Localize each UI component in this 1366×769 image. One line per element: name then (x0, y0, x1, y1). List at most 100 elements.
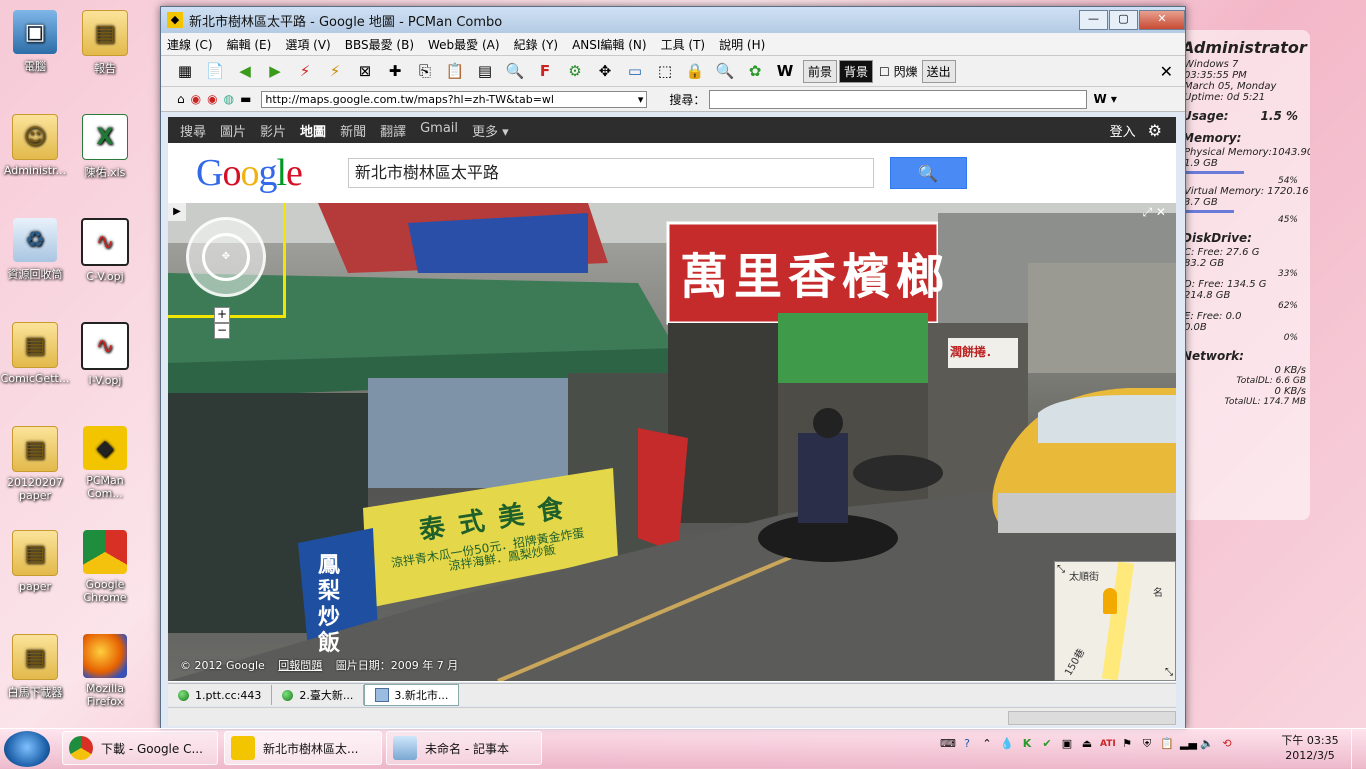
report-problem-link[interactable]: 回報問題 (278, 659, 322, 672)
usb-icon[interactable]: ⏏ (1080, 737, 1094, 751)
pcman-app-icon[interactable]: ◆ (167, 12, 183, 28)
desktop-icon[interactable]: ▤ ComicGett... (0, 322, 70, 385)
keyboard-icon[interactable]: ⌨ (940, 737, 956, 751)
maps-search-button[interactable]: 🔍 (889, 157, 967, 189)
input-method-icon[interactable]: ⟲ (1220, 737, 1234, 751)
pan-control[interactable]: ✥ (186, 217, 266, 297)
desktop-icon[interactable]: X 陳佑.xls (70, 114, 140, 180)
drop-icon[interactable]: 💧 (1000, 737, 1014, 751)
zoom-in-button[interactable]: + (214, 307, 230, 323)
minimap-collapse-icon[interactable]: ⤡ (1057, 564, 1065, 575)
page-icon[interactable]: ▤ (473, 59, 497, 83)
horizontal-scrollbar[interactable] (1008, 711, 1176, 725)
forward-icon[interactable]: ▶ (263, 59, 287, 83)
site-list-icon[interactable]: ▦ (173, 59, 197, 83)
preview-icon[interactable]: 🔍 (503, 59, 527, 83)
web-icon[interactable]: ◉ (207, 92, 217, 106)
show-desktop-button[interactable] (1351, 729, 1366, 769)
close-button[interactable]: ✕ (1139, 10, 1185, 30)
reconnect-icon[interactable]: ⚡ (323, 59, 347, 83)
monitor-icon[interactable]: ▣ (1060, 737, 1074, 751)
taskbar-notepad[interactable]: 未命名 - 記事本 (386, 731, 542, 765)
menu-item[interactable]: ANSI編輯 (N) (572, 36, 647, 53)
send-button[interactable]: 送出 (921, 59, 956, 83)
google-bar-link[interactable]: 地圖 (300, 121, 326, 140)
start-button[interactable] (4, 731, 50, 767)
google-bar-link[interactable]: 影片 (260, 121, 286, 140)
search-icon[interactable]: 🔍 (713, 59, 737, 83)
stop-icon[interactable]: ⊠ (353, 59, 377, 83)
desktop-icon[interactable]: Mozilla Firefox (70, 634, 140, 708)
screenshot-icon[interactable]: ⬚ (653, 59, 677, 83)
pegman-icon[interactable] (1103, 588, 1117, 614)
minimize-button[interactable]: — (1079, 10, 1108, 30)
login-link[interactable]: 登入 (1110, 121, 1136, 140)
desktop-icon[interactable]: ▤ 白馬下載器 (0, 634, 70, 700)
desktop-icon[interactable]: ▤ 報告 (70, 10, 140, 76)
wiki-icon[interactable]: W (773, 59, 797, 83)
google-bar-link[interactable]: 新聞 (340, 121, 366, 140)
flower-icon[interactable]: ✿ (743, 59, 767, 83)
pin-icon[interactable]: ✚ (383, 59, 407, 83)
volume-icon[interactable]: 🔈 (1200, 737, 1214, 751)
gear-icon[interactable]: ⚙ (1148, 121, 1162, 140)
paste-icon[interactable]: 📋 (443, 59, 467, 83)
desktop-icon[interactable]: Google Chrome (70, 530, 140, 604)
network-check-icon[interactable]: ✔ (1040, 737, 1054, 751)
new-page-icon[interactable]: 📄 (203, 59, 227, 83)
help-icon[interactable]: ? (960, 737, 974, 751)
desktop-icon[interactable]: ◆ PCMan Com... (70, 426, 140, 500)
desktop-icon[interactable]: ∿ I-V.opj (70, 322, 140, 387)
bg-color-button[interactable]: 背景 (839, 59, 874, 83)
copy-icon[interactable]: ⎘ (413, 59, 437, 83)
google-bar-link[interactable]: 翻譯 (380, 121, 406, 140)
home-icon[interactable]: ⌂ (177, 92, 185, 106)
menu-item[interactable]: 連線 (C) (167, 36, 213, 53)
tray-expand-icon[interactable]: ⌃ (980, 737, 994, 751)
disconnect-icon[interactable]: ⚡ (293, 59, 317, 83)
tab-ntu[interactable]: 2.臺大新... (272, 685, 365, 705)
menu-item[interactable]: 說明 (H) (719, 36, 765, 53)
window-icon[interactable]: ▭ (623, 59, 647, 83)
back-icon[interactable]: ◀ (233, 59, 257, 83)
url-input[interactable]: http://maps.google.com.tw/maps?hl=zh-TW&… (261, 90, 648, 108)
lock-icon[interactable]: 🔒 (683, 59, 707, 83)
google-bar-link[interactable]: 搜尋 (180, 121, 206, 140)
title-bar[interactable]: ◆ 新北市樹林區太平路 - Google 地圖 - PCMan Combo — … (161, 7, 1185, 33)
menu-item[interactable]: 選項 (V) (285, 36, 330, 53)
fg-color-button[interactable]: 前景 (803, 59, 838, 83)
maps-search-input[interactable]: 新北市樹林區太平路 (347, 158, 874, 188)
flag-icon[interactable]: ⚑ (1120, 737, 1134, 751)
desktop-icon[interactable]: ☺ Administr... (0, 114, 70, 177)
app-k-icon[interactable]: K (1020, 737, 1034, 751)
tab-ptt[interactable]: 1.ptt.cc:443 (168, 685, 273, 705)
globe-icon[interactable]: ◍ (224, 92, 234, 106)
menu-item[interactable]: Web最愛 (A) (428, 36, 500, 53)
menu-item[interactable]: 紀錄 (Y) (514, 36, 559, 53)
search-engine-icon[interactable]: W ▾ (1093, 92, 1116, 106)
taskbar-chrome[interactable]: 下載 - Google C... (62, 731, 218, 765)
desktop-icon[interactable]: ∿ C-V.opj (70, 218, 140, 283)
desktop-icon[interactable]: ♻ 資源回收筒 (0, 218, 70, 282)
terminal-icon[interactable]: ▬ (240, 92, 251, 106)
clock[interactable]: 下午 03:35 2012/3/5 (1280, 733, 1340, 763)
url-dropdown-icon[interactable]: ▾ (638, 92, 644, 107)
bbs-icon[interactable]: ◉ (191, 92, 201, 106)
search-input[interactable] (709, 89, 1088, 109)
blink-checkbox[interactable]: ☐ 閃爍 (879, 63, 918, 80)
clipboard-icon[interactable]: 📋 (1160, 737, 1174, 751)
toolbar-close-icon[interactable]: ✕ (1160, 62, 1173, 81)
desktop-icon[interactable]: ▤ 20120207 paper (0, 426, 70, 502)
google-bar-link[interactable]: 更多 ▾ (472, 121, 509, 140)
maximize-button[interactable]: ▢ (1109, 10, 1138, 30)
street-view-panorama[interactable]: 萬里香檳榔 泰式美食 涼拌青木瓜一份50元．招牌黃金炸蛋 涼拌海鮮．鳳梨炒飯 鳳… (168, 203, 1176, 681)
mini-map[interactable]: 太順街 150巷 名 ⤡ ⤡ (1054, 561, 1176, 681)
menu-item[interactable]: BBS最愛 (B) (345, 36, 414, 53)
desktop-icon[interactable]: ▤ paper (0, 530, 70, 593)
google-bar-link[interactable]: 圖片 (220, 121, 246, 140)
settings-icon[interactable]: ⚙ (563, 59, 587, 83)
desktop-icon[interactable]: ▣ 電腦 (0, 10, 70, 74)
ati-icon[interactable]: ATI (1100, 737, 1116, 751)
signal-icon[interactable]: ▂▄ (1180, 737, 1197, 751)
google-bar-link[interactable]: Gmail (420, 121, 458, 140)
